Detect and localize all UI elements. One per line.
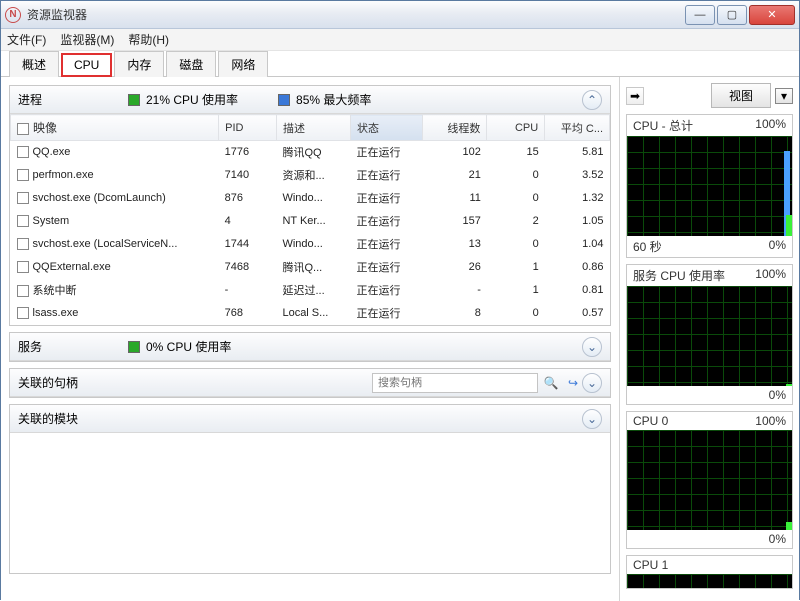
- window-title: 资源监视器: [27, 6, 685, 23]
- tab-network[interactable]: 网络: [218, 51, 268, 77]
- tab-overview[interactable]: 概述: [9, 51, 59, 77]
- handles-search: 🔍 ↪: [372, 373, 582, 393]
- handles-header[interactable]: 关联的句柄 🔍 ↪ ⌄: [10, 369, 610, 397]
- view-button[interactable]: 视图: [711, 83, 771, 108]
- collapse-icon[interactable]: ⌃: [582, 90, 602, 110]
- table-row[interactable]: QQ.exe1776腾讯QQ正在运行102155.81: [11, 141, 610, 164]
- right-pane: ➡ 视图 ▾ CPU - 总计 100% 60 秒 0% 服务 CPU 使用率 100% 0…: [619, 77, 799, 601]
- services-title: 服务: [18, 338, 128, 355]
- graph-max: 100%: [755, 267, 786, 284]
- table-row[interactable]: svchost.exe (DcomLaunch)876Windo...正在运行1…: [11, 187, 610, 210]
- tabbar: 概述 CPU 内存 磁盘 网络: [1, 51, 799, 77]
- table-row[interactable]: 系统中断-延迟过...正在运行-10.81: [11, 279, 610, 302]
- col-threads[interactable]: 线程数: [422, 115, 487, 141]
- nav-arrow-icon[interactable]: ➡: [626, 87, 644, 105]
- graph-title: CPU 1: [633, 558, 668, 572]
- green-square-icon: [128, 341, 140, 353]
- expand-icon[interactable]: ⌄: [582, 409, 602, 429]
- handles-title: 关联的句柄: [18, 374, 372, 391]
- max-freq-text: 85% 最大频率: [296, 91, 371, 108]
- titlebar[interactable]: N 资源监视器 — ▢ ✕: [1, 1, 799, 29]
- tab-memory[interactable]: 内存: [114, 51, 164, 77]
- col-avg[interactable]: 平均 C...: [545, 115, 610, 141]
- maximize-button[interactable]: ▢: [717, 5, 747, 25]
- graph-plot: [627, 574, 792, 588]
- table-row[interactable]: System4NT Ker...正在运行15721.05: [11, 210, 610, 233]
- processes-table: 映像 PID 描述 状态 线程数 CPU 平均 C... QQ.exe1776腾…: [10, 114, 610, 325]
- graph-min: 0%: [769, 532, 786, 546]
- graph-title: CPU - 总计: [633, 117, 693, 134]
- row-checkbox[interactable]: [17, 285, 29, 297]
- view-toolbar: ➡ 视图 ▾: [626, 83, 793, 108]
- menubar: 文件(F) 监视器(M) 帮助(H): [1, 29, 799, 51]
- processes-panel: 进程 21% CPU 使用率 85% 最大频率 ⌃ 映像 PID 描述 状态 线…: [9, 85, 611, 326]
- graph-min: 0%: [769, 238, 786, 255]
- graph-max: 100%: [755, 117, 786, 134]
- close-button[interactable]: ✕: [749, 5, 795, 25]
- search-input[interactable]: [372, 373, 538, 393]
- graph-title: 服务 CPU 使用率: [633, 267, 725, 284]
- graph-plot: [627, 136, 792, 236]
- content-area: 进程 21% CPU 使用率 85% 最大频率 ⌃ 映像 PID 描述 状态 线…: [1, 77, 799, 601]
- graph-plot: [627, 286, 792, 386]
- modules-panel: 关联的模块 ⌄: [9, 404, 611, 574]
- handles-panel: 关联的句柄 🔍 ↪ ⌄: [9, 368, 611, 398]
- view-dropdown-icon[interactable]: ▾: [775, 88, 793, 104]
- search-icon[interactable]: 🔍: [542, 374, 560, 392]
- tab-disk[interactable]: 磁盘: [166, 51, 216, 77]
- table-row[interactable]: perfmon.exe7140资源和...正在运行2103.52: [11, 164, 610, 187]
- minimize-button[interactable]: —: [685, 5, 715, 25]
- cpu-usage-text: 21% CPU 使用率: [146, 91, 238, 108]
- graph-min: 0%: [769, 388, 786, 402]
- search-next-icon[interactable]: ↪: [564, 374, 582, 392]
- graph-title: CPU 0: [633, 414, 668, 428]
- menu-monitor[interactable]: 监视器(M): [60, 31, 114, 48]
- graph-plot: [627, 430, 792, 530]
- col-image[interactable]: 映像: [11, 115, 219, 141]
- app-icon: N: [5, 7, 21, 23]
- modules-title: 关联的模块: [18, 410, 582, 427]
- graph-box: CPU 0 100% 0%: [626, 411, 793, 549]
- services-cpu-text: 0% CPU 使用率: [146, 338, 231, 355]
- modules-header[interactable]: 关联的模块 ⌄: [10, 405, 610, 433]
- expand-icon[interactable]: ⌄: [582, 373, 602, 393]
- blue-square-icon: [278, 94, 290, 106]
- row-checkbox[interactable]: [17, 238, 29, 250]
- processes-header[interactable]: 进程 21% CPU 使用率 85% 最大频率 ⌃: [10, 86, 610, 114]
- table-row[interactable]: svchost.exe (LocalServiceN...1744Windo..…: [11, 233, 610, 256]
- graph-box: CPU - 总计 100% 60 秒 0%: [626, 114, 793, 258]
- menu-file[interactable]: 文件(F): [7, 31, 46, 48]
- row-checkbox[interactable]: [17, 307, 29, 319]
- cpu-usage-meter: 21% CPU 使用率: [128, 91, 238, 108]
- checkbox-all[interactable]: [17, 123, 29, 135]
- services-header[interactable]: 服务 0% CPU 使用率 ⌄: [10, 333, 610, 361]
- left-pane: 进程 21% CPU 使用率 85% 最大频率 ⌃ 映像 PID 描述 状态 线…: [1, 77, 619, 601]
- green-square-icon: [128, 94, 140, 106]
- graph-max: 100%: [755, 414, 786, 428]
- table-row[interactable]: QQExternal.exe7468腾讯Q...正在运行2610.86: [11, 256, 610, 279]
- row-checkbox[interactable]: [17, 169, 29, 181]
- row-checkbox[interactable]: [17, 192, 29, 204]
- expand-icon[interactable]: ⌄: [582, 337, 602, 357]
- graph-xlabel: 60 秒: [633, 238, 662, 255]
- graph-box: CPU 1: [626, 555, 793, 589]
- col-desc[interactable]: 描述: [276, 115, 350, 141]
- services-panel: 服务 0% CPU 使用率 ⌄: [9, 332, 611, 362]
- row-checkbox[interactable]: [17, 215, 29, 227]
- max-freq-meter: 85% 最大频率: [278, 91, 371, 108]
- services-cpu-meter: 0% CPU 使用率: [128, 338, 231, 355]
- menu-help[interactable]: 帮助(H): [128, 31, 169, 48]
- col-cpu[interactable]: CPU: [487, 115, 545, 141]
- col-pid[interactable]: PID: [219, 115, 277, 141]
- processes-title: 进程: [18, 91, 128, 108]
- window-controls: — ▢ ✕: [685, 5, 795, 25]
- tab-cpu[interactable]: CPU: [61, 53, 112, 77]
- row-checkbox[interactable]: [17, 146, 29, 158]
- table-row[interactable]: lsass.exe768Local S...正在运行800.57: [11, 302, 610, 325]
- graph-box: 服务 CPU 使用率 100% 0%: [626, 264, 793, 405]
- col-status[interactable]: 状态: [350, 115, 422, 141]
- row-checkbox[interactable]: [17, 261, 29, 273]
